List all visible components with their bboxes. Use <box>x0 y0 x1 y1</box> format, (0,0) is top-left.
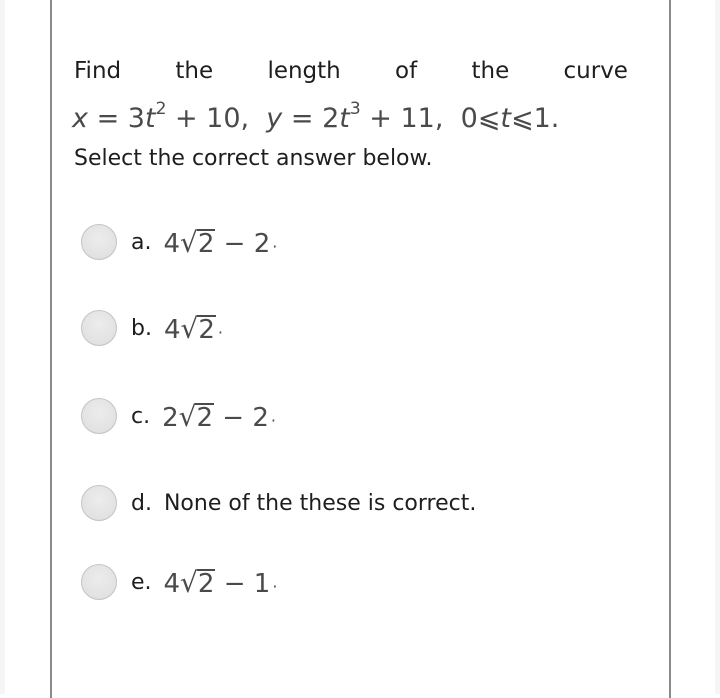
option-expression: 4 √ 2 · <box>163 311 223 345</box>
answer-option-d[interactable]: d. None of the these is correct. <box>81 481 476 525</box>
question-text: Find the length of the curve <box>74 58 628 84</box>
answer-option-a[interactable]: a. 4 √ 2 − 2 · <box>81 220 277 264</box>
option-expression: 4 √ 2 − 1 · <box>163 565 278 599</box>
option-letter: b. <box>131 315 152 341</box>
option-text: None of the these is correct. <box>163 490 477 516</box>
sqrt-symbol: √ 2 <box>180 311 216 345</box>
radio-button[interactable] <box>81 485 117 521</box>
question-card: Find the length of the curve x = 3t2 + 1… <box>50 0 671 698</box>
option-expression: 2 √ 2 − 2 · <box>162 399 276 433</box>
option-letter: d. <box>131 490 152 516</box>
sqrt-symbol: √ 2 <box>178 399 215 433</box>
page-edge-right <box>715 0 720 694</box>
option-letter: c. <box>131 403 151 429</box>
radio-button[interactable] <box>81 310 117 346</box>
question-word: Find <box>74 58 122 84</box>
question-word: the <box>175 58 214 84</box>
question-instruction: Select the correct answer below. <box>74 146 433 171</box>
sqrt-symbol: √ 2 <box>180 565 216 599</box>
question-word: length <box>267 58 341 84</box>
question-word: curve <box>563 58 628 84</box>
sqrt-symbol: √ 2 <box>180 225 216 259</box>
question-word: of <box>395 58 418 84</box>
option-expression: 4 √ 2 − 2 · <box>163 225 278 259</box>
question-word: the <box>471 58 510 84</box>
answer-option-b[interactable]: b. 4 √ 2 · <box>81 306 223 350</box>
option-letter: a. <box>131 229 152 255</box>
answer-option-e[interactable]: e. 4 √ 2 − 1 · <box>81 560 277 604</box>
radio-button[interactable] <box>81 398 117 434</box>
radio-button[interactable] <box>81 564 117 600</box>
option-letter: e. <box>131 569 152 595</box>
answer-option-c[interactable]: c. 2 √ 2 − 2 · <box>81 394 276 438</box>
page-edge-left <box>0 0 5 694</box>
question-equation: x = 3t2 + 10, y = 2t3 + 11, 0⩽t⩽1. <box>72 99 560 134</box>
radio-button[interactable] <box>81 224 117 260</box>
